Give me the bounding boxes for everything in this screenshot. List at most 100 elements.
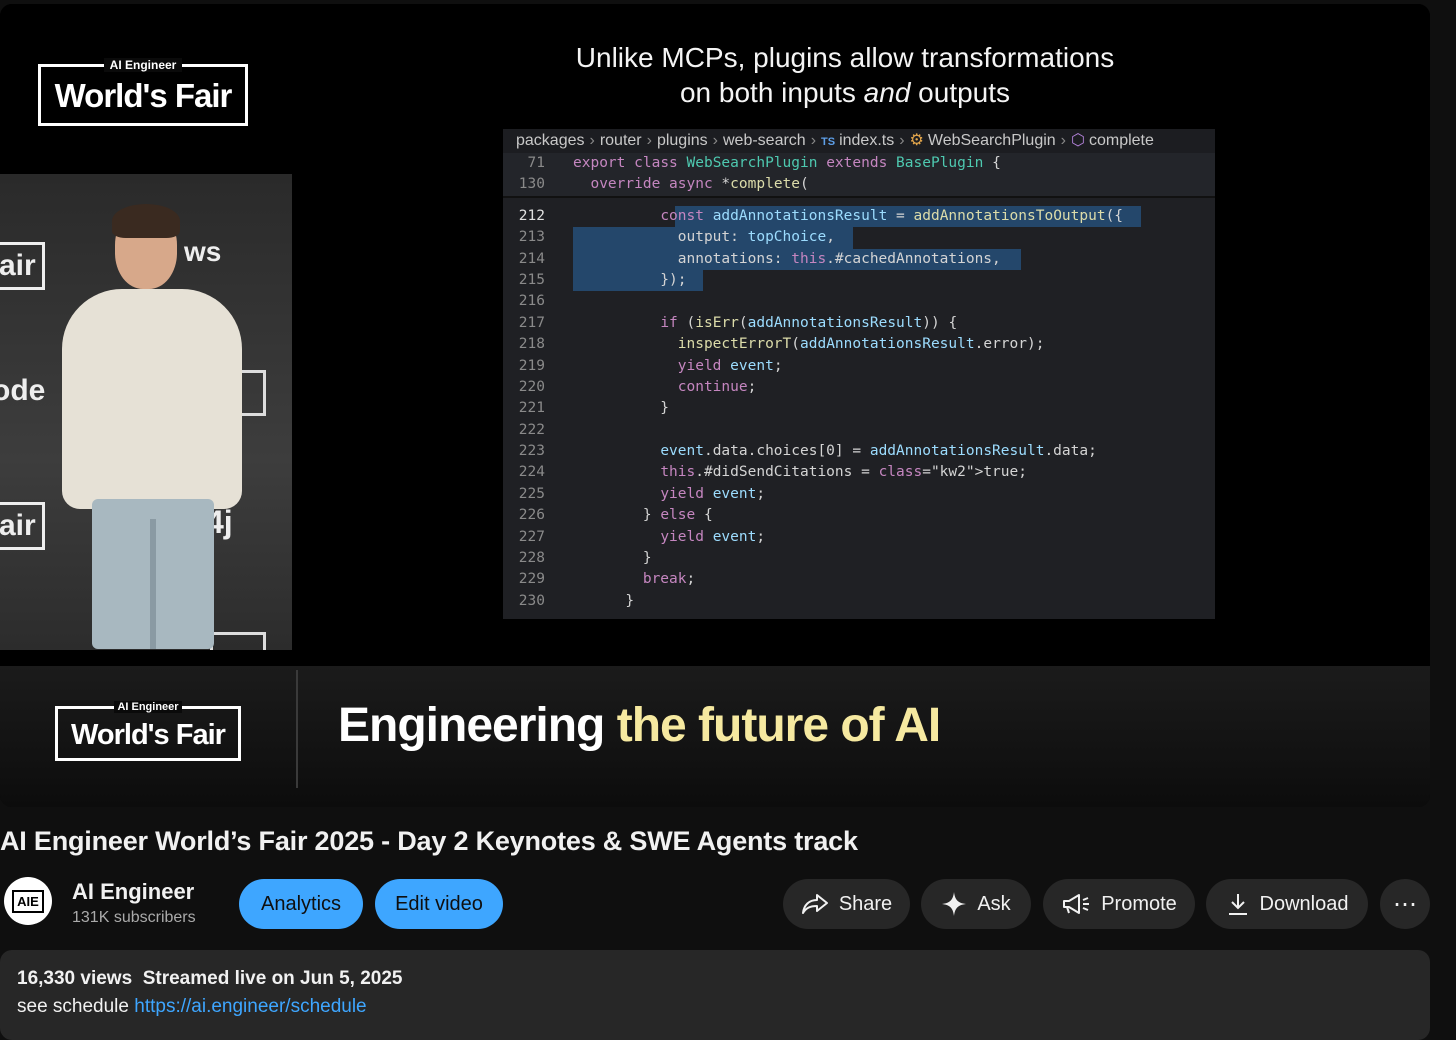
line-number: 222	[518, 421, 545, 438]
tagline-yellow: the future of AI	[616, 699, 942, 752]
logo-big-text: World's Fair	[54, 77, 233, 114]
speaker-sweater	[62, 289, 242, 509]
code-text: event.data.choices[0] = addAnnotationsRe…	[660, 443, 1097, 460]
edit-video-label: Edit video	[395, 892, 483, 915]
logo-small-text: AI Engineer	[114, 701, 182, 713]
code-text: const addAnnotationsResult = addAnnotati…	[660, 207, 1124, 224]
line-number: 212	[518, 207, 545, 224]
avatar-text: AIE	[12, 889, 44, 913]
promote-label: Promote	[1101, 892, 1177, 915]
code-line: 228 }	[503, 548, 1215, 569]
title-part: outputs	[910, 77, 1011, 108]
title-emphasis: and	[863, 77, 911, 108]
download-label: Download	[1259, 892, 1349, 915]
code-text: }	[573, 400, 670, 417]
line-number: 217	[518, 314, 545, 331]
code-line: 216	[503, 291, 1215, 312]
sticky-scroll-header: 71 export class WebSearchPlugin extends B…	[503, 153, 1215, 198]
code-text: inspectErrorT(addAnnotationsResult.error…	[677, 336, 1045, 353]
line-number: 213	[518, 229, 545, 246]
breadcrumb-item: index.ts	[839, 132, 895, 149]
line-number: 130	[518, 176, 545, 193]
more-icon: ⋯	[1393, 890, 1417, 918]
stage-sign: air	[0, 502, 45, 550]
code-text: }	[573, 592, 635, 609]
tagline-white: Engineering	[338, 699, 617, 752]
analytics-button[interactable]: Analytics	[239, 879, 363, 929]
breadcrumb-item: web-search	[722, 132, 806, 149]
schedule-link[interactable]: https://ai.engineer/schedule	[134, 996, 366, 1017]
stage-text: ws	[184, 236, 222, 267]
video-meta: 16,330 views Streamed live on Jun 5, 202…	[17, 968, 403, 990]
code-text: yield event;	[677, 357, 783, 374]
code-text: if (isErr(addAnnotationsResult)) {	[660, 314, 958, 331]
code-text: this.#didSendCitations = class="kw2">tru…	[660, 464, 1027, 481]
ask-button[interactable]: Ask	[921, 879, 1031, 929]
code-line: 224 this.#didSendCitations = class="kw2"…	[503, 462, 1215, 483]
code-editor: packages › router › plugins › web-search › TS ind…	[503, 129, 1215, 619]
speaker-camera: air ode air ws 4j	[0, 174, 292, 650]
code-line: 230 }	[503, 591, 1215, 612]
speaker-hair	[112, 204, 180, 238]
chevron-right-icon: ›	[899, 132, 905, 149]
code-text: yield event;	[660, 485, 766, 502]
line-number: 219	[518, 357, 545, 374]
sticky-code-line: 71 export class WebSearchPlugin extends B…	[503, 153, 1215, 174]
schedule-label: see schedule	[17, 996, 135, 1017]
chevron-right-icon: ›	[712, 132, 718, 149]
title-part: on both inputs	[679, 77, 864, 108]
line-number: 216	[518, 293, 545, 310]
code-line: 226 } else {	[503, 505, 1215, 526]
avatar[interactable]: AIE	[4, 877, 52, 925]
code-text: } else {	[573, 507, 713, 524]
line-number: 224	[518, 464, 545, 481]
subscriber-count: 131K subscribers	[72, 909, 196, 926]
code-line: 220 continue;	[503, 377, 1215, 398]
video-frame: AI Engineer World's Fair air ode air ws …	[0, 4, 1430, 666]
code-line: 223 event.data.choices[0] = addAnnotatio…	[503, 441, 1215, 462]
line-number: 71	[527, 155, 545, 171]
line-number: 225	[518, 485, 545, 502]
more-actions-button[interactable]: ⋯	[1380, 879, 1430, 929]
channel-name[interactable]: AI Engineer	[72, 879, 194, 905]
breadcrumb-item: router	[599, 132, 642, 149]
tagline: Engineering the future of AI	[338, 698, 942, 753]
share-button[interactable]: Share	[783, 879, 910, 929]
line-number: 226	[518, 507, 545, 524]
edit-video-button[interactable]: Edit video	[375, 879, 503, 929]
download-icon	[1228, 894, 1247, 915]
code-line: 214 annotations: this.#cachedAnnotations…	[503, 249, 1215, 270]
code-text: });	[573, 271, 687, 288]
slide-title-line-2: on both inputs and outputs	[500, 75, 1190, 110]
share-icon	[801, 894, 828, 914]
code-line: 212 const addAnnotationsResult = addAnno…	[503, 206, 1215, 227]
sticky-code-line: 130 override async *complete(	[503, 174, 1215, 195]
lower-third-banner: AI Engineer World's Fair Engineering the…	[0, 666, 1430, 807]
code-line: 215 });	[503, 270, 1215, 291]
code-text: }	[573, 550, 652, 567]
class-icon: ⚙	[909, 132, 924, 149]
download-button[interactable]: Download	[1206, 879, 1368, 929]
code-line: 222	[503, 420, 1215, 441]
line-number: 218	[518, 336, 545, 353]
code-line: 217 if (isErr(addAnnotationsResult)) {	[503, 313, 1215, 334]
method-icon: ⬡	[1071, 132, 1085, 149]
code-text: continue;	[677, 378, 757, 395]
code-lines: 212 const addAnnotationsResult = addAnno…	[503, 198, 1215, 612]
video-player[interactable]: AI Engineer World's Fair air ode air ws …	[0, 4, 1430, 807]
line-number: 227	[518, 528, 545, 545]
chevron-right-icon: ›	[589, 132, 595, 149]
code-line: 227 yield event;	[503, 527, 1215, 548]
code-text: annotations: this.#cachedAnnotations,	[573, 250, 1001, 267]
stage-panel-frame	[210, 632, 266, 650]
channel-row: AIE AI Engineer 131K subscribers Analyti…	[0, 875, 1440, 933]
line-number: 230	[518, 592, 545, 609]
share-label: Share	[838, 892, 893, 915]
line-number: 223	[518, 443, 545, 460]
code-line: 213 output: topChoice,	[503, 227, 1215, 248]
logo-big-text: World's Fair	[71, 719, 226, 751]
speaker-jeans	[92, 499, 214, 649]
divider	[296, 670, 298, 788]
promote-button[interactable]: Promote	[1043, 879, 1195, 929]
breadcrumb-item: plugins	[656, 132, 708, 149]
